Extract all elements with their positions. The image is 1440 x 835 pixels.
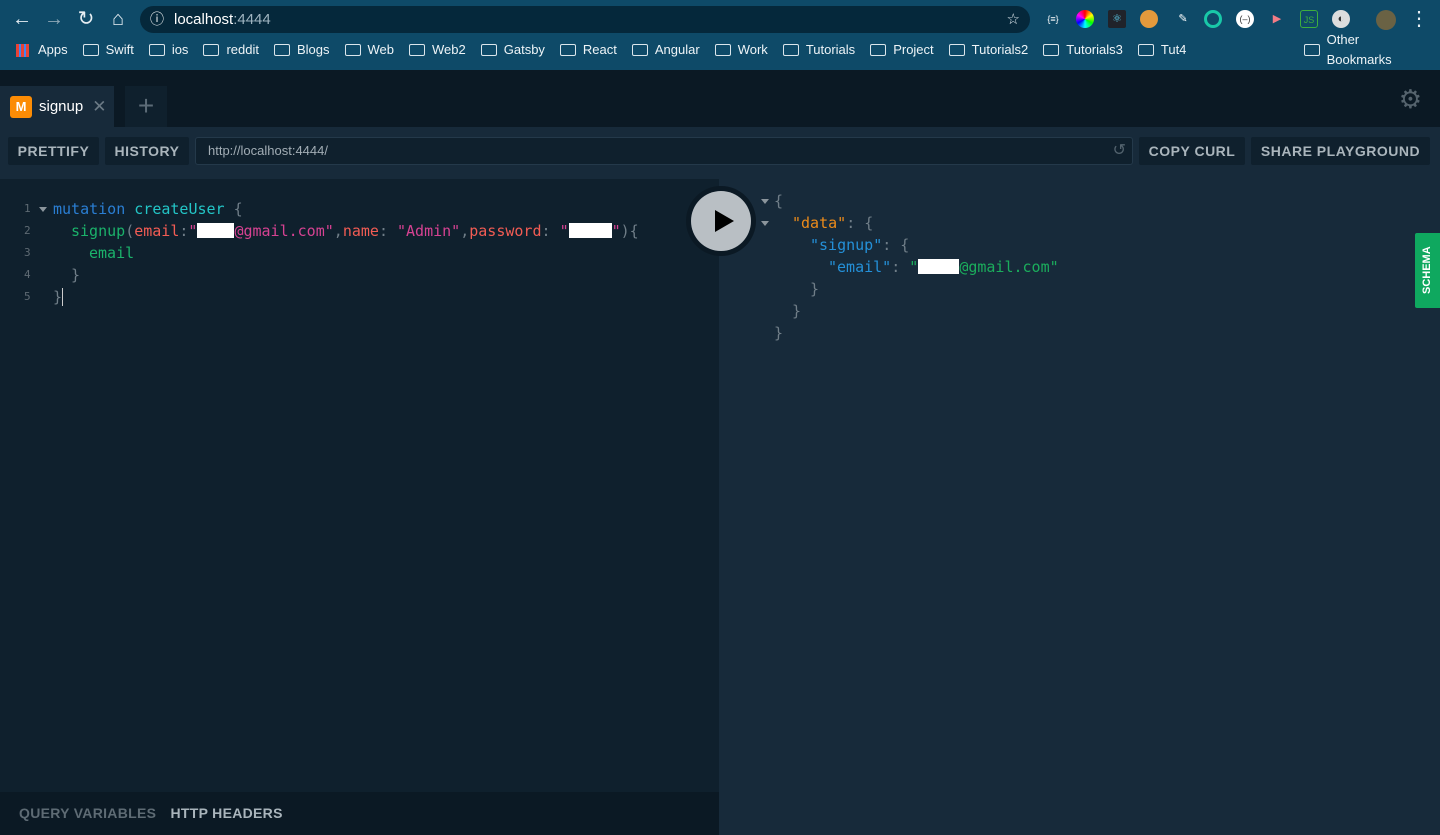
endpoint-input[interactable]: http://localhost:4444/↺	[195, 137, 1133, 165]
folder-icon	[870, 44, 887, 56]
fold-arrow-icon[interactable]	[761, 199, 769, 204]
code-line: mutation createUser {	[53, 200, 243, 218]
bookmark-folder[interactable]: Web	[344, 40, 394, 60]
bookmark-folder[interactable]: React	[559, 40, 617, 60]
gear-icon[interactable]: ⚙	[1399, 84, 1422, 115]
bookmark-folder[interactable]: Swift	[82, 40, 134, 60]
tab-bar: M signup ✕ + ⚙	[0, 70, 1440, 127]
folder-icon	[1137, 44, 1154, 56]
folder-icon	[948, 44, 965, 56]
folder-icon	[714, 44, 731, 56]
react-devtools-icon[interactable]: ⚛	[1108, 10, 1126, 28]
bookmark-folder[interactable]: Gatsby	[480, 40, 545, 60]
prettify-button[interactable]: PRETTIFY	[8, 137, 99, 165]
apps-grid-icon	[16, 43, 29, 57]
query-editor[interactable]: 1 2 3 4 5 mutation createUser { signup(e…	[0, 179, 719, 792]
folder-icon	[1043, 44, 1060, 56]
redacted-mask	[197, 223, 235, 238]
folder-icon	[344, 44, 361, 56]
bookmark-folder[interactable]: Work	[714, 40, 768, 60]
bookmark-folder[interactable]: reddit	[203, 40, 259, 60]
reload-icon[interactable]: ↻	[73, 6, 99, 32]
code-line: email	[89, 244, 135, 262]
nodejs-icon[interactable]: JS	[1300, 10, 1318, 28]
dark-reader-icon[interactable]: ◐	[1332, 10, 1350, 28]
bookmark-folder[interactable]: Tutorials2	[948, 40, 1028, 60]
video-icon[interactable]: ▶	[1268, 10, 1286, 28]
folder-icon	[1304, 44, 1320, 56]
folder-icon	[782, 44, 799, 56]
json-formatter-icon[interactable]: {≡}	[1044, 10, 1062, 28]
other-bookmarks[interactable]: Other Bookmarks	[1304, 32, 1440, 67]
bottom-panel: QUERY VARIABLES HTTP HEADERS	[0, 792, 719, 835]
bookmark-folder[interactable]: ios	[148, 40, 188, 60]
home-icon[interactable]: ⌂	[105, 6, 131, 32]
folder-icon	[480, 44, 497, 56]
orbit-icon[interactable]	[1204, 10, 1222, 28]
folder-icon	[273, 44, 290, 56]
mutation-badge: M	[10, 95, 32, 118]
copy-curl-button[interactable]: COPY CURL	[1139, 137, 1245, 165]
info-icon: ⓘ	[150, 11, 164, 27]
query-variables-tab[interactable]: QUERY VARIABLES	[19, 805, 156, 821]
folder-icon	[203, 44, 220, 56]
code-line: }	[53, 286, 73, 308]
browser-chrome: ← → ↻ ⌂ ⓘ localhost:4444 ☆ {≡} ⚛ ✎ (–) ▶…	[0, 0, 1440, 70]
new-tab-button[interactable]: +	[125, 86, 167, 127]
execute-query-button[interactable]	[686, 186, 756, 256]
bookmarks-bar: Apps Swift ios reddit Blogs Web Web2 Gatsby Rea…	[16, 40, 1201, 60]
bookmark-folder[interactable]: Web2	[409, 40, 466, 60]
folder-icon	[148, 44, 165, 56]
close-icon[interactable]: ✕	[92, 97, 106, 117]
color-picker-icon[interactable]	[1076, 10, 1094, 28]
play-icon	[691, 191, 751, 251]
code-line: signup(email:" @gmail.com",name: "Admin",…	[71, 222, 639, 240]
bookmark-folder[interactable]: Angular	[631, 40, 700, 60]
bookmark-apps[interactable]: Apps	[16, 40, 68, 60]
reset-icon[interactable]: ↺	[1113, 138, 1126, 164]
tab-label: signup	[39, 98, 84, 115]
bookmark-folder[interactable]: Tut4	[1137, 40, 1186, 60]
avatar[interactable]	[1376, 10, 1396, 30]
bookmark-folder[interactable]: Tutorials	[782, 40, 855, 60]
folder-icon	[409, 44, 425, 56]
toolbar: PRETTIFY HISTORY http://localhost:4444/↺…	[0, 127, 1440, 179]
forward-icon[interactable]: →	[41, 6, 67, 32]
folder-icon	[82, 44, 99, 56]
cookie-icon[interactable]	[1140, 10, 1158, 28]
http-headers-tab[interactable]: HTTP HEADERS	[170, 805, 282, 821]
bookmark-folder[interactable]: Project	[870, 40, 934, 60]
fold-arrow-icon[interactable]	[39, 207, 47, 212]
eyedropper-icon[interactable]: ✎	[1174, 10, 1192, 28]
schema-tab[interactable]: SCHEMA	[1415, 233, 1440, 308]
redacted-mask	[568, 223, 612, 238]
redacted-mask	[918, 259, 960, 274]
folder-icon	[559, 44, 576, 56]
fold-arrow-icon[interactable]	[761, 221, 769, 226]
code-line: }	[71, 266, 81, 284]
bookmark-folder[interactable]: Blogs	[273, 40, 330, 60]
folder-icon	[631, 44, 648, 56]
back-icon[interactable]: ←	[9, 6, 35, 32]
tab-signup[interactable]: M signup ✕	[0, 86, 114, 127]
share-playground-button[interactable]: SHARE PLAYGROUND	[1251, 137, 1430, 165]
bookmark-star-icon[interactable]: ☆	[1007, 6, 1020, 33]
address-bar[interactable]: ⓘ localhost:4444 ☆	[140, 6, 1030, 33]
graphql-icon[interactable]: (–)	[1236, 10, 1254, 28]
result-viewer: { "data": { "signup": { "email": " @gmail…	[719, 179, 1440, 835]
menu-icon[interactable]: ⋮	[1406, 6, 1432, 32]
bookmark-folder[interactable]: Tutorials3	[1043, 40, 1123, 60]
history-button[interactable]: HISTORY	[105, 137, 189, 165]
